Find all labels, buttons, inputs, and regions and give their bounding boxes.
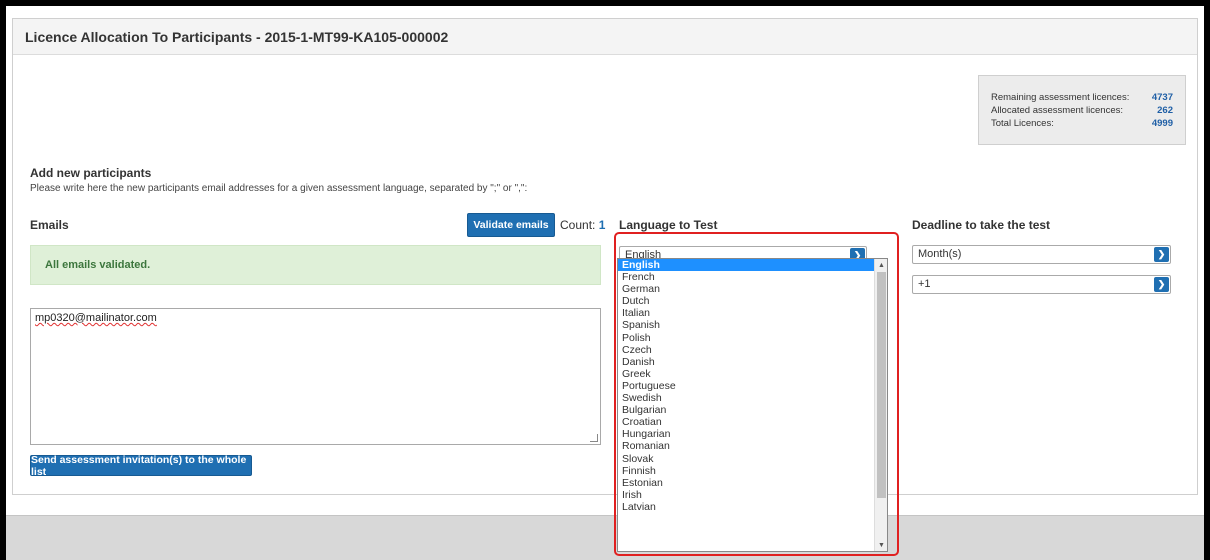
- stats-value: 4999: [1151, 118, 1173, 129]
- language-label: Language to Test: [619, 218, 718, 232]
- deadline-amount-select[interactable]: +1 ❯: [912, 275, 1171, 294]
- add-participants-title: Add new participants: [30, 166, 152, 180]
- stats-value: 4737: [1151, 92, 1173, 103]
- emails-textarea[interactable]: mp0320@mailinator.com: [30, 308, 601, 445]
- email-count: Count: 1: [560, 218, 605, 232]
- deadline-unit-value: Month(s): [918, 248, 962, 260]
- deadline-amount-value: +1: [918, 278, 931, 290]
- add-participants-description: Please write here the new participants e…: [30, 183, 528, 194]
- deadline-unit-select[interactable]: Month(s) ❯: [912, 245, 1171, 264]
- stats-label: Allocated assessment licences:: [991, 105, 1124, 116]
- panel-title: Licence Allocation To Participants - 201…: [13, 19, 1197, 55]
- stats-label: Remaining assessment licences:: [991, 92, 1130, 103]
- validation-success-alert: All emails validated.: [30, 245, 601, 285]
- send-invitations-button[interactable]: Send assessment invitation(s) to the who…: [30, 454, 252, 478]
- stats-row-allocated: Allocated assessment licences: 262: [991, 104, 1173, 117]
- stats-row-total: Total Licences: 4999: [991, 117, 1173, 130]
- emails-label: Emails: [30, 218, 69, 232]
- deadline-label: Deadline to take the test: [912, 218, 1051, 232]
- chevron-down-icon[interactable]: ❯: [1154, 277, 1169, 292]
- stats-label: Total Licences:: [991, 118, 1054, 129]
- licence-panel: Licence Allocation To Participants - 201…: [12, 18, 1198, 495]
- licence-stats-box: Remaining assessment licences: 4737 Allo…: [978, 75, 1186, 145]
- count-label: Count:: [560, 218, 596, 232]
- email-entry: mp0320@mailinator.com: [35, 312, 157, 324]
- chevron-down-icon[interactable]: ❯: [1154, 247, 1169, 262]
- footer-bar: [6, 515, 1204, 560]
- stats-row-remaining: Remaining assessment licences: 4737: [991, 91, 1173, 104]
- resize-grip-icon[interactable]: [590, 434, 598, 442]
- stats-value: 262: [1157, 105, 1173, 116]
- screen: Licence Allocation To Participants - 201…: [6, 6, 1204, 560]
- validate-emails-button[interactable]: Validate emails: [467, 213, 555, 237]
- annotation-highlight-box: [614, 232, 899, 556]
- count-value: 1: [598, 218, 606, 232]
